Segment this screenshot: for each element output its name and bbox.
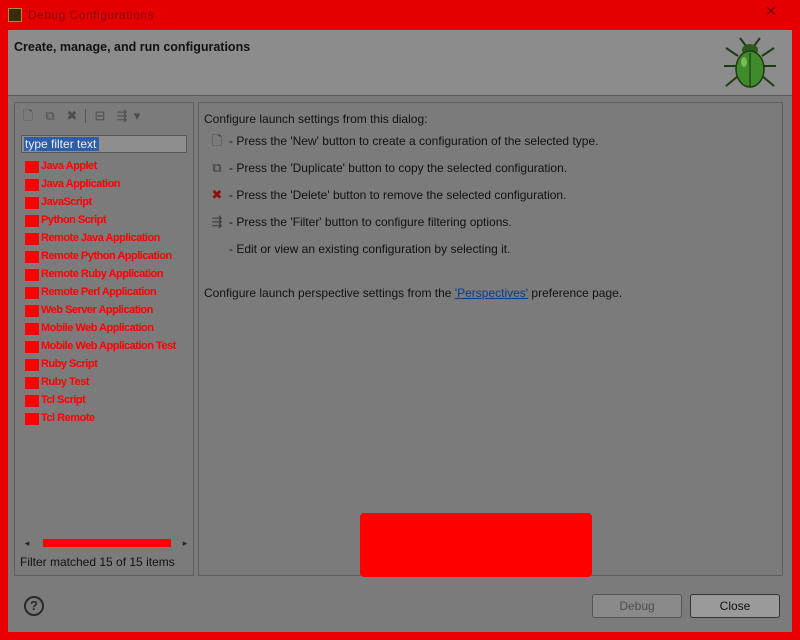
tree-item-label: Tcl Remote (41, 412, 95, 424)
tree-item[interactable]: Remote Python Application (21, 249, 191, 265)
app-icon (8, 8, 22, 22)
config-type-icon (25, 359, 39, 371)
tree-item-label: Python Script (41, 214, 107, 226)
help-line-text: - Edit or view an existing configuration… (229, 242, 511, 256)
tree-item-label: Ruby Script (41, 358, 98, 370)
close-button[interactable]: Close (690, 594, 780, 618)
perspective-suffix: preference page. (528, 286, 623, 300)
toolbar-separator (85, 109, 86, 123)
perspectives-link[interactable]: 'Perspectives' (455, 286, 528, 300)
tree-item-label: Mobile Web Application Test (41, 340, 176, 352)
duplicate-icon: ⧉ (212, 160, 222, 175)
dropdown-arrow-icon[interactable]: ▾ (131, 107, 143, 125)
duplicate-icon[interactable]: ⧉ (41, 107, 59, 125)
help-line-duplicate: ⧉ - Press the 'Duplicate' button to copy… (209, 159, 769, 177)
collapse-all-icon[interactable]: ⊟ (91, 107, 109, 125)
filter-status: Filter matched 15 of 15 items (20, 555, 175, 569)
new-icon: 🗋 (211, 133, 223, 148)
help-line-delete: ✖ - Press the 'Delete' button to remove … (209, 186, 769, 204)
tree-item[interactable]: Remote Java Application (21, 231, 191, 247)
help-line-edit: - Edit or view an existing configuration… (209, 240, 769, 258)
help-line-filter: ⇶ - Press the 'Filter' button to configu… (209, 213, 769, 231)
tree-item[interactable]: Java Applet (21, 159, 191, 175)
dialog-client: Create, manage, and run configurations 🗋… (8, 30, 792, 632)
banner: Create, manage, and run configurations (8, 30, 792, 96)
config-type-icon (25, 269, 39, 281)
tree-item[interactable]: Mobile Web Application Test (21, 339, 191, 355)
help-line-text: - Press the 'Filter' button to configure… (229, 215, 512, 229)
window-frame-left (0, 30, 8, 640)
perspective-prefix: Configure launch perspective settings fr… (204, 286, 455, 300)
tree-item-label: Remote Java Application (41, 232, 160, 244)
tree-item-label: Web Server Application (41, 304, 153, 316)
filter-selection-highlight (24, 137, 99, 151)
title-bar: Debug Configurations ✕ (0, 0, 800, 30)
config-type-icon (25, 341, 39, 353)
bug-icon (724, 37, 776, 88)
config-type-icon (25, 179, 39, 191)
tree-item[interactable]: Tcl Remote (21, 411, 191, 427)
debug-button[interactable]: Debug (592, 594, 682, 618)
tree-item-label: Remote Perl Application (41, 286, 157, 298)
config-type-icon (25, 251, 39, 263)
new-config-icon[interactable]: 🗋 (19, 107, 37, 125)
help-line-text: - Press the 'Delete' button to remove th… (229, 188, 567, 202)
help-line-text: - Press the 'Duplicate' button to copy t… (229, 161, 568, 175)
filter-icon: ⇶ (211, 214, 223, 229)
tree-item[interactable]: Remote Perl Application (21, 285, 191, 301)
tree-item[interactable]: Web Server Application (21, 303, 191, 319)
tree-item-label: JavaScript (41, 196, 92, 208)
filter-icon[interactable]: ⇶ (113, 107, 131, 125)
tree-item-label: Remote Python Application (41, 250, 172, 262)
launch-settings-panel: Configure launch settings from this dial… (198, 102, 783, 576)
tree-item-label: Ruby Test (41, 376, 89, 388)
tree-item[interactable]: JavaScript (21, 195, 191, 211)
tree-item-label: Tcl Script (41, 394, 86, 406)
perspective-note: Configure launch perspective settings fr… (204, 286, 622, 300)
tree-item[interactable]: Mobile Web Application (21, 321, 191, 337)
config-type-icon (25, 197, 39, 209)
delete-icon[interactable]: ✖ (63, 107, 81, 125)
scroll-thumb[interactable] (43, 539, 171, 547)
settings-intro: Configure launch settings from this dial… (204, 112, 428, 126)
tree-item-label: Java Application (41, 178, 121, 190)
tree-item[interactable]: Tcl Script (21, 393, 191, 409)
config-type-icon (25, 323, 39, 335)
help-button[interactable]: ? (24, 596, 44, 616)
window-close-button[interactable]: ✕ (760, 2, 782, 20)
tree-item[interactable]: Remote Ruby Application (21, 267, 191, 283)
tree-item[interactable]: Python Script (21, 213, 191, 229)
delete-icon: ✖ (211, 187, 223, 202)
scroll-right-icon[interactable]: ▸ (179, 537, 191, 549)
tree-item[interactable]: Ruby Test (21, 375, 191, 391)
config-type-icon (25, 287, 39, 299)
window-frame-bottom (0, 632, 800, 640)
config-type-icon (25, 305, 39, 317)
config-type-icon (25, 215, 39, 227)
tree-item-label: Mobile Web Application (41, 322, 154, 334)
config-type-panel: 🗋 ⧉ ✖ ⊟ ⇶ ▾ type filter text Java Applet… (14, 102, 194, 576)
banner-title: Create, manage, and run configurations (14, 40, 251, 54)
window-frame-right (792, 30, 800, 640)
redaction-block (360, 513, 592, 577)
config-type-icon (25, 413, 39, 425)
tree-item-label: Java Applet (41, 160, 97, 172)
tree-item-label: Remote Ruby Application (41, 268, 163, 280)
tree-item[interactable]: Java Application (21, 177, 191, 193)
config-type-tree: Java Applet Java Application JavaScript … (21, 159, 191, 529)
horizontal-scrollbar[interactable]: ◂ ▸ (21, 535, 191, 551)
config-type-icon (25, 233, 39, 245)
help-line-text: - Press the 'New' button to create a con… (229, 134, 599, 148)
config-type-icon (25, 161, 39, 173)
config-type-icon (25, 395, 39, 407)
window-title: Debug Configurations (28, 8, 155, 22)
filter-input-box: type filter text (21, 135, 187, 153)
config-toolbar: 🗋 ⧉ ✖ ⊟ ⇶ ▾ (17, 105, 191, 127)
tree-item[interactable]: Ruby Script (21, 357, 191, 373)
scroll-left-icon[interactable]: ◂ (21, 537, 33, 549)
help-line-new: 🗋 - Press the 'New' button to create a c… (209, 132, 769, 150)
config-type-icon (25, 377, 39, 389)
